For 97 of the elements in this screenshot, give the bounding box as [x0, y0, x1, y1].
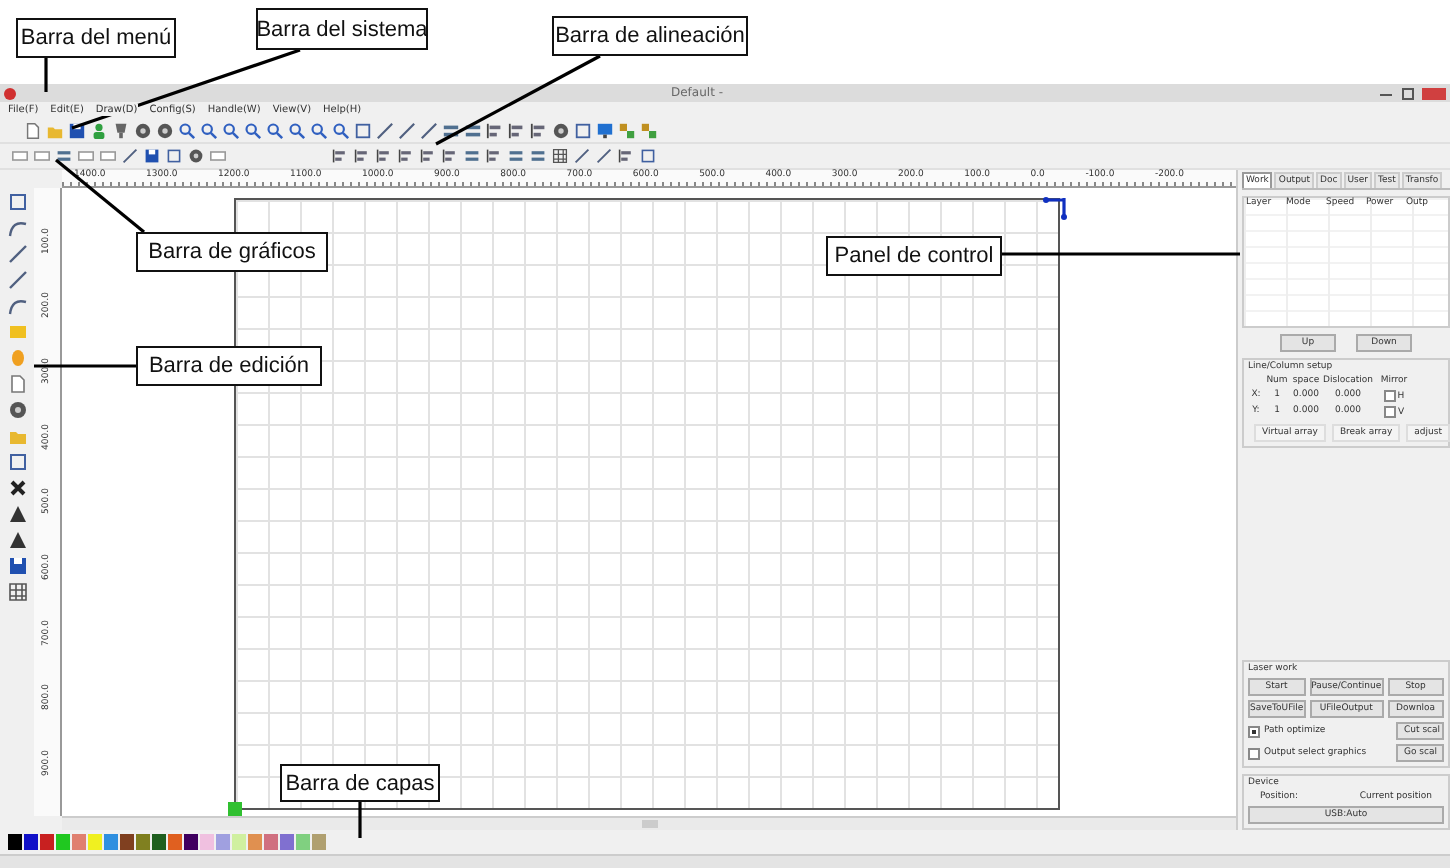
- layer-color-swatch[interactable]: [184, 834, 198, 850]
- square-icon[interactable]: [166, 148, 182, 164]
- callout-label: Barra del menú: [16, 18, 176, 58]
- layer-color-swatch[interactable]: [56, 834, 70, 850]
- bars-icon[interactable]: [464, 121, 482, 139]
- callout-label: Barra del sistema: [256, 8, 428, 50]
- line-icon[interactable]: [420, 121, 438, 139]
- square-icon[interactable]: [7, 452, 27, 472]
- layer-color-swatch[interactable]: [104, 834, 118, 850]
- square-icon[interactable]: [7, 192, 27, 212]
- checkbox[interactable]: [1248, 747, 1260, 759]
- maximize-icon[interactable]: [1400, 87, 1416, 99]
- align-icon[interactable]: [354, 148, 370, 164]
- tiles-icon[interactable]: [618, 121, 636, 139]
- layer-color-swatch[interactable]: [168, 834, 182, 850]
- callout-label: Barra de capas: [280, 764, 440, 802]
- layer-color-swatch[interactable]: [264, 834, 278, 850]
- zoom-icon[interactable]: [266, 121, 284, 139]
- square-icon[interactable]: [640, 148, 656, 164]
- square-icon[interactable]: [354, 121, 372, 139]
- disc-icon[interactable]: [7, 400, 27, 420]
- align-icon[interactable]: [508, 121, 526, 139]
- align-icon[interactable]: [486, 121, 504, 139]
- leader-line: [358, 802, 362, 838]
- layer-color-swatch[interactable]: [248, 834, 262, 850]
- origin-marker: [228, 802, 242, 816]
- document-icon[interactable]: [24, 121, 42, 139]
- zoom-icon[interactable]: [288, 121, 306, 139]
- disc-icon[interactable]: [156, 121, 174, 139]
- monitor-icon[interactable]: [596, 121, 614, 139]
- zoom-icon[interactable]: [178, 121, 196, 139]
- align-icon[interactable]: [530, 121, 548, 139]
- horizontal-scrollbar[interactable]: [62, 816, 1236, 830]
- grid-icon[interactable]: [552, 148, 568, 164]
- zoom-icon[interactable]: [244, 121, 262, 139]
- curve-icon[interactable]: [7, 296, 27, 316]
- layer-color-swatch[interactable]: [88, 834, 102, 850]
- save-icon[interactable]: [7, 556, 27, 576]
- app-icon: [4, 87, 16, 99]
- callout-label: Barra de gráficos: [136, 232, 328, 272]
- layer-color-swatch[interactable]: [40, 834, 54, 850]
- align-icon[interactable]: [332, 148, 348, 164]
- leader-line: [55, 158, 145, 234]
- layer-color-swatch[interactable]: [200, 834, 214, 850]
- zoom-icon[interactable]: [310, 121, 328, 139]
- input-icon[interactable]: [210, 148, 226, 164]
- align-icon[interactable]: [420, 148, 436, 164]
- disc-icon[interactable]: [134, 121, 152, 139]
- callout-label: Barra de edición: [136, 346, 322, 386]
- line-icon[interactable]: [122, 148, 138, 164]
- layer-color-swatch[interactable]: [72, 834, 86, 850]
- lamp-icon[interactable]: [112, 121, 130, 139]
- leader-line: [44, 58, 48, 92]
- line-icon[interactable]: [376, 121, 394, 139]
- square-icon[interactable]: [574, 121, 592, 139]
- disc-icon[interactable]: [552, 121, 570, 139]
- layer-color-swatch[interactable]: [152, 834, 166, 850]
- layer-color-swatch[interactable]: [296, 834, 310, 850]
- cross-icon[interactable]: [7, 478, 27, 498]
- line-icon[interactable]: [7, 270, 27, 290]
- layer-color-swatch[interactable]: [136, 834, 150, 850]
- layer-color-swatch[interactable]: [120, 834, 134, 850]
- position-marker: [1042, 196, 1070, 220]
- bars-icon[interactable]: [442, 121, 460, 139]
- layer-color-swatch[interactable]: [280, 834, 294, 850]
- layer-color-swatch[interactable]: [8, 834, 22, 850]
- layer-color-swatch[interactable]: [216, 834, 230, 850]
- zoom-icon[interactable]: [332, 121, 350, 139]
- checkbox[interactable]: [1383, 390, 1396, 402]
- disc-icon[interactable]: [188, 148, 204, 164]
- checkbox[interactable]: [1383, 406, 1396, 418]
- leader-line: [34, 364, 136, 368]
- align-icon[interactable]: [442, 148, 458, 164]
- callout-label: Panel de control: [826, 236, 1002, 276]
- line-icon[interactable]: [398, 121, 416, 139]
- document-icon[interactable]: [7, 374, 27, 394]
- align-icon[interactable]: [398, 148, 414, 164]
- bars-icon[interactable]: [56, 148, 72, 164]
- align-icon[interactable]: [376, 148, 392, 164]
- align-icon[interactable]: [618, 148, 634, 164]
- tiles-icon[interactable]: [640, 121, 658, 139]
- zoom-icon[interactable]: [200, 121, 218, 139]
- line-icon[interactable]: [574, 148, 590, 164]
- layer-color-swatch[interactable]: [312, 834, 326, 850]
- curve-icon[interactable]: [7, 218, 27, 238]
- layer-color-swatch[interactable]: [24, 834, 38, 850]
- align-icon[interactable]: [486, 148, 502, 164]
- zoom-icon[interactable]: [222, 121, 240, 139]
- layer-color-swatch[interactable]: [232, 834, 246, 850]
- grid-icon[interactable]: [7, 582, 27, 602]
- line-icon[interactable]: [596, 148, 612, 164]
- checkbox[interactable]: [1248, 725, 1260, 737]
- person-icon[interactable]: [90, 121, 108, 139]
- close-icon[interactable]: [1422, 87, 1446, 99]
- line-icon[interactable]: [7, 244, 27, 264]
- save-icon[interactable]: [144, 148, 160, 164]
- callout-label: Barra de alineación: [552, 16, 748, 56]
